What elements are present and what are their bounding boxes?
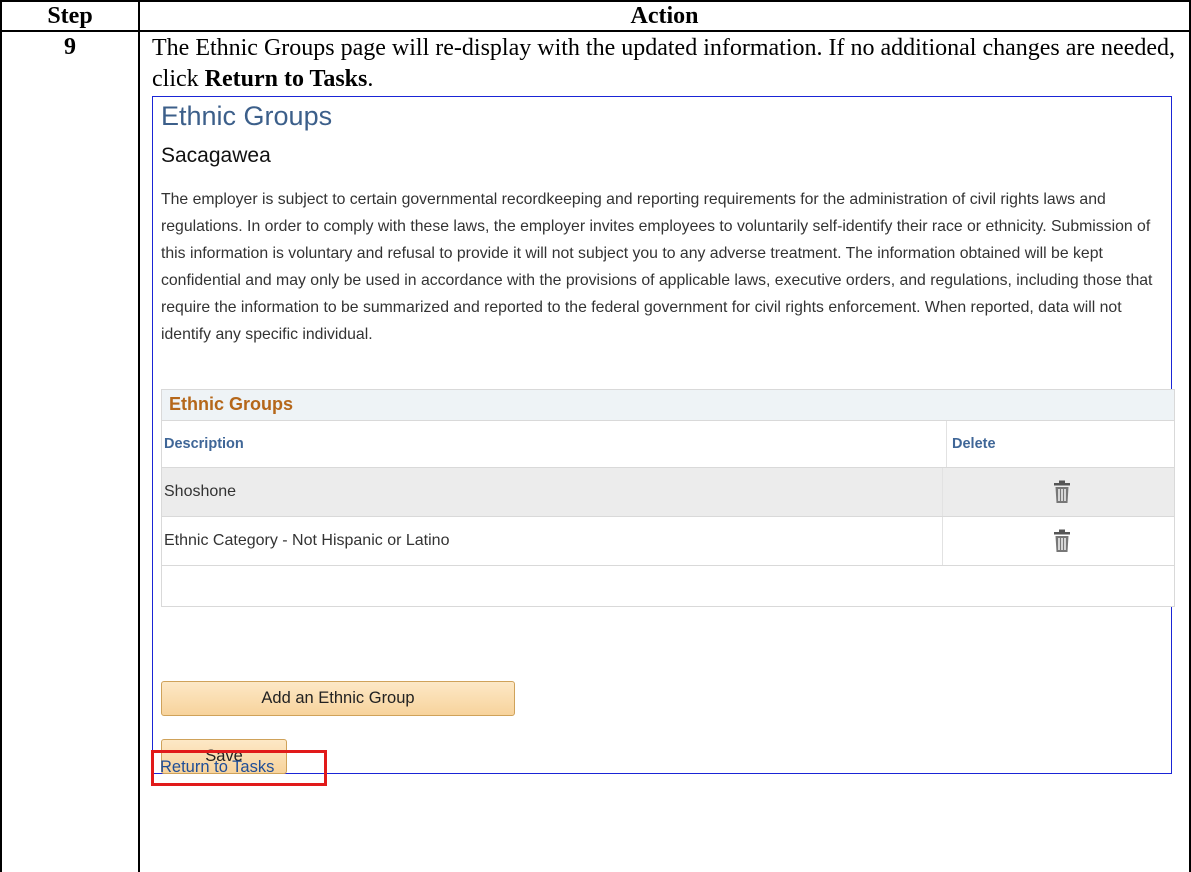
step-number: 9 (64, 34, 76, 60)
ethnic-groups-grid: Ethnic Groups Description Delete Shoshon… (161, 389, 1175, 607)
disclaimer-text: The employer is subject to certain gover… (161, 191, 1153, 343)
document-table: Step Action 9 The Ethnic Groups page wil… (0, 0, 1191, 872)
table-border-header (0, 30, 1191, 32)
page-title: Ethnic Groups (161, 101, 333, 131)
row-description: Shoshone (164, 468, 943, 516)
column-header-description: Description (162, 421, 947, 467)
table-row: Shoshone (162, 467, 1174, 516)
table-border-middle (138, 0, 140, 872)
step-instruction: The Ethnic Groups page will re-display w… (152, 33, 1182, 95)
trash-icon[interactable] (1052, 480, 1072, 504)
table-row: Ethnic Category - Not Hispanic or Latino (162, 516, 1174, 566)
grid-title: Ethnic Groups (169, 394, 294, 414)
grid-header: Ethnic Groups (162, 390, 1174, 421)
employee-name: Sacagawea (161, 144, 271, 167)
row-description: Ethnic Category - Not Hispanic or Latino (164, 517, 943, 565)
delete-cell (945, 517, 1174, 565)
ethnic-groups-screenshot: Ethnic Groups Sacagawea The employer is … (151, 96, 1175, 786)
column-header-delete: Delete (952, 436, 996, 452)
header-step: Step (47, 3, 93, 29)
header-action: Action (630, 3, 699, 29)
instruction-bold: Return to Tasks (204, 66, 368, 92)
table-border-left (0, 0, 2, 872)
return-to-tasks-link[interactable]: Return to Tasks (160, 758, 274, 777)
instruction-end: . (367, 66, 374, 92)
delete-cell (945, 468, 1174, 516)
return-highlight-box: Return to Tasks (151, 750, 327, 786)
add-ethnic-group-button[interactable]: Add an Ethnic Group (161, 681, 515, 716)
trash-icon[interactable] (1052, 529, 1072, 553)
